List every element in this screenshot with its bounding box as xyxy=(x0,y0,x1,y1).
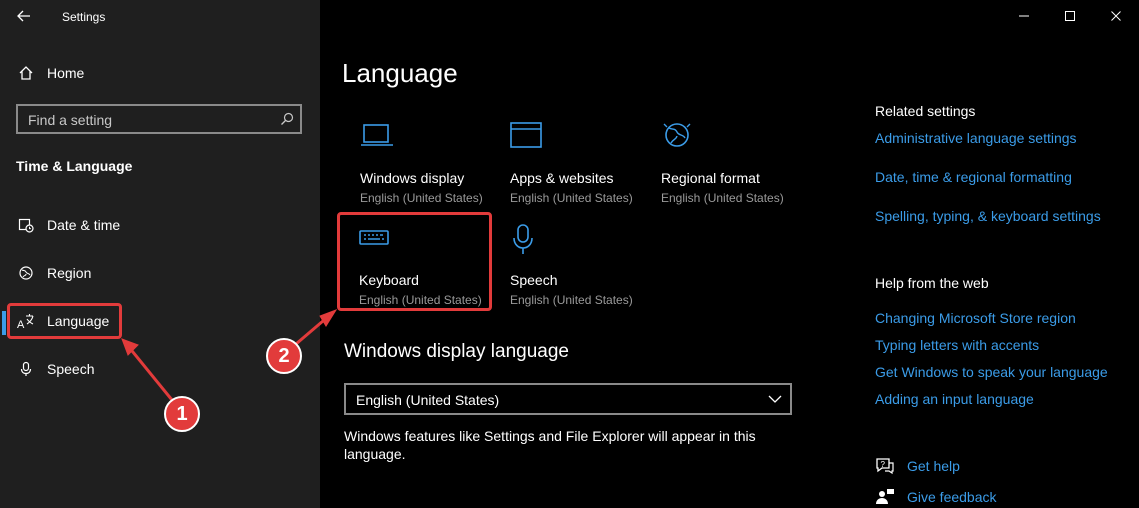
sidebar-item-label: Date & time xyxy=(47,217,121,233)
page-title: Language xyxy=(342,58,458,88)
description-text: Windows features like Settings and File … xyxy=(344,428,756,462)
link-typing-accents[interactable]: Typing letters with accents xyxy=(875,337,1039,353)
annotation-badge-2: 2 xyxy=(266,338,302,374)
link-input-language[interactable]: Adding an input language xyxy=(875,391,1034,407)
tile-speech[interactable]: Speech English (United States) xyxy=(510,224,650,316)
get-help-link[interactable]: ? Get help xyxy=(875,456,960,476)
link-speak-language[interactable]: Get Windows to speak your language xyxy=(875,364,1108,380)
search-input[interactable]: Find a setting xyxy=(16,104,302,134)
app-window-icon xyxy=(510,122,542,148)
maximize-icon xyxy=(1065,11,1075,21)
regional-globe-icon xyxy=(663,123,691,147)
active-indicator xyxy=(2,311,6,335)
back-arrow-icon xyxy=(17,10,30,22)
tile-subtitle: English (United States) xyxy=(510,293,633,307)
sidebar: Settings Home Find a setting Time & Lang… xyxy=(0,0,320,508)
window-controls xyxy=(1001,0,1139,32)
tile-title: Windows display xyxy=(360,170,465,186)
nav-home-label: Home xyxy=(47,65,85,81)
give-feedback-link[interactable]: Give feedback xyxy=(875,487,997,507)
link-store-region[interactable]: Changing Microsoft Store region xyxy=(875,310,1076,326)
section-header: Time & Language xyxy=(16,158,133,174)
tile-title: Speech xyxy=(510,272,558,288)
minimize-icon xyxy=(1019,15,1029,17)
globe-icon xyxy=(16,263,36,283)
dropdown-value: English (United States) xyxy=(356,392,500,408)
link-spelling-typing[interactable]: Spelling, typing, & keyboard settings xyxy=(875,208,1101,224)
tile-title: Regional format xyxy=(661,170,760,186)
search-placeholder: Find a setting xyxy=(28,112,113,128)
link-date-time-formatting[interactable]: Date, time & regional formatting xyxy=(875,169,1072,185)
sidebar-item-label: Speech xyxy=(47,361,95,377)
svg-text:?: ? xyxy=(881,460,886,469)
laptop-icon xyxy=(361,124,393,146)
search-icon[interactable] xyxy=(280,112,294,126)
sidebar-item-label: Region xyxy=(47,265,92,281)
feedback-icon xyxy=(876,489,894,504)
home-icon xyxy=(16,63,36,83)
back-button[interactable] xyxy=(10,4,38,28)
help-chat-icon: ? xyxy=(876,458,894,475)
microphone-icon xyxy=(16,359,36,379)
tile-regional-format[interactable]: Regional format English (United States) xyxy=(661,122,801,214)
nav-home[interactable]: Home xyxy=(0,51,320,95)
microphone-icon xyxy=(513,224,533,254)
tile-subtitle: English (United States) xyxy=(360,191,483,205)
minimize-button[interactable] xyxy=(1001,0,1047,32)
maximize-button[interactable] xyxy=(1047,0,1093,32)
close-icon xyxy=(1111,11,1121,21)
tile-title: Apps & websites xyxy=(510,170,614,186)
close-button[interactable] xyxy=(1093,0,1139,32)
tile-subtitle: English (United States) xyxy=(661,191,784,205)
get-help-label: Get help xyxy=(907,458,960,474)
tile-subtitle: English (United States) xyxy=(510,191,633,205)
tile-apps-websites[interactable]: Apps & websites English (United States) xyxy=(510,122,650,214)
sidebar-item-date-time[interactable]: Date & time xyxy=(0,203,320,247)
sidebar-item-region[interactable]: Region xyxy=(0,251,320,295)
clock-calendar-icon xyxy=(16,215,36,235)
highlight-language xyxy=(7,303,122,339)
annotation-badge-1: 1 xyxy=(164,396,200,432)
related-heading: Related settings xyxy=(875,103,976,119)
chevron-down-icon xyxy=(768,395,782,403)
tile-windows-display[interactable]: Windows display English (United States) xyxy=(360,122,500,214)
link-admin-language[interactable]: Administrative language settings xyxy=(875,130,1077,146)
app-title: Settings xyxy=(62,10,106,24)
give-feedback-label: Give feedback xyxy=(907,489,997,505)
help-heading: Help from the web xyxy=(875,275,989,291)
section-heading: Windows display language xyxy=(344,341,569,362)
highlight-keyboard xyxy=(337,212,492,311)
display-language-dropdown[interactable]: English (United States) xyxy=(344,383,792,415)
